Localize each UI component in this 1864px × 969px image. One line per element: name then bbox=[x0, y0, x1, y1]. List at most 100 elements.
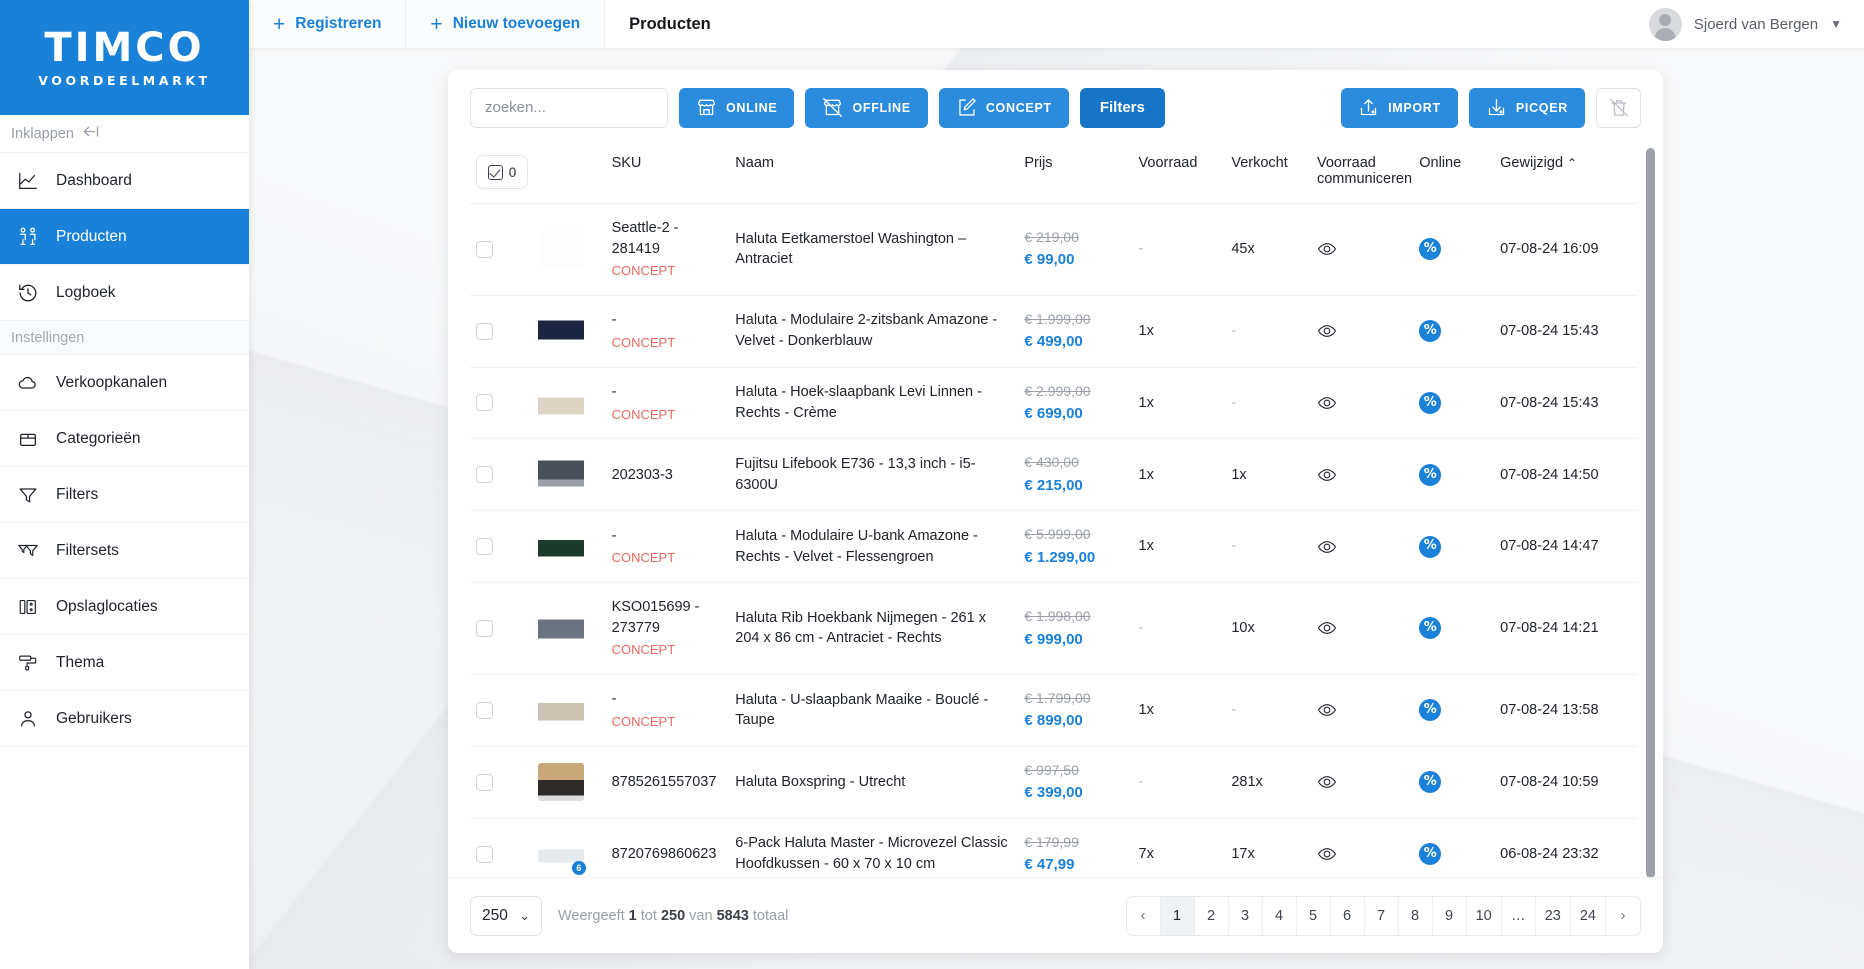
row-checkbox[interactable] bbox=[476, 240, 493, 258]
per-page-select[interactable]: 250 ⌄ bbox=[470, 895, 542, 936]
row-communicate-stock-cell[interactable] bbox=[1310, 674, 1414, 747]
pagination-page-8[interactable]: 8 bbox=[1399, 896, 1433, 935]
sidebar-item-filters[interactable]: Filters bbox=[0, 467, 249, 523]
pagination-page-6[interactable]: 6 bbox=[1331, 896, 1365, 935]
table-row[interactable]: - CONCEPT Haluta - Modulaire 2-zitsbank Am… bbox=[470, 295, 1637, 368]
discount-percent-icon[interactable]: % bbox=[1419, 699, 1442, 722]
header-voorraad-communiceren[interactable]: Voorraad communiceren bbox=[1310, 145, 1414, 204]
header-verkocht[interactable]: Verkocht bbox=[1225, 145, 1311, 204]
table-scrollbar[interactable] bbox=[1646, 148, 1655, 877]
pagination-page-24[interactable]: 24 bbox=[1571, 896, 1606, 935]
table-row[interactable]: 202303-3 Fujitsu Lifebook E736 - 13,3 inc… bbox=[470, 438, 1637, 512]
sidebar-item-filtersets[interactable]: Filtersets bbox=[0, 523, 249, 579]
register-button[interactable]: + Registreren bbox=[249, 0, 407, 48]
sidebar-item-gebruikers[interactable]: Gebruikers bbox=[0, 691, 249, 747]
header-prijs[interactable]: Prijs bbox=[1018, 145, 1133, 204]
row-checkbox[interactable] bbox=[476, 773, 493, 791]
row-name-cell[interactable]: Haluta - Hoek-slaapbank Levi Linnen - Re… bbox=[729, 367, 1019, 440]
row-communicate-stock-cell[interactable] bbox=[1310, 295, 1414, 368]
row-online-cell[interactable]: % bbox=[1413, 746, 1495, 819]
table-row[interactable]: - CONCEPT Haluta - U-slaapbank Maaike - Bo… bbox=[470, 674, 1637, 747]
discount-percent-icon[interactable]: % bbox=[1419, 617, 1442, 640]
sidebar-item-thema[interactable]: Thema bbox=[0, 635, 249, 691]
row-online-cell[interactable]: % bbox=[1413, 510, 1495, 584]
discount-percent-icon[interactable]: % bbox=[1419, 320, 1442, 343]
pagination-page-…[interactable]: … bbox=[1502, 896, 1536, 935]
eye-icon[interactable] bbox=[1317, 700, 1407, 720]
pagination-page-4[interactable]: 4 bbox=[1263, 896, 1297, 935]
row-checkbox[interactable] bbox=[476, 845, 493, 863]
pagination-page-5[interactable]: 5 bbox=[1297, 896, 1331, 935]
picqer-button[interactable]: PICQER bbox=[1468, 87, 1585, 128]
pagination-page-10[interactable]: 10 bbox=[1467, 896, 1502, 935]
pagination-page-2[interactable]: 2 bbox=[1195, 896, 1229, 935]
row-name-cell[interactable]: Haluta - Modulaire U-bank Amazone - Rech… bbox=[729, 510, 1019, 584]
row-name-cell[interactable]: Haluta - Modulaire 2-zitsbank Amazone - … bbox=[729, 295, 1019, 368]
eye-icon[interactable] bbox=[1317, 844, 1407, 864]
offline-filter-button[interactable]: OFFLINE bbox=[805, 87, 928, 128]
row-name-cell[interactable]: Haluta Boxspring - Utrecht bbox=[729, 746, 1019, 819]
discount-percent-icon[interactable]: % bbox=[1419, 238, 1442, 261]
table-row[interactable]: KSO015699 - 273779 CONCEPT Haluta Rib Hoek… bbox=[470, 582, 1637, 675]
row-online-cell[interactable]: % bbox=[1413, 582, 1495, 675]
row-name-cell[interactable]: Haluta Rib Hoekbank Nijmegen - 261 x 204… bbox=[729, 582, 1019, 675]
pagination-page-3[interactable]: 3 bbox=[1229, 896, 1263, 935]
row-online-cell[interactable]: % bbox=[1413, 367, 1495, 440]
select-all-checkbox[interactable]: 0 bbox=[476, 155, 528, 189]
discount-percent-icon[interactable]: % bbox=[1419, 535, 1442, 558]
pagination-page-9[interactable]: 9 bbox=[1433, 896, 1467, 935]
row-online-cell[interactable]: % bbox=[1413, 674, 1495, 747]
eye-icon[interactable] bbox=[1317, 239, 1407, 259]
header-online[interactable]: Online bbox=[1413, 145, 1495, 204]
eye-icon[interactable] bbox=[1317, 537, 1407, 557]
row-communicate-stock-cell[interactable] bbox=[1310, 438, 1414, 512]
row-name-cell[interactable]: 6-Pack Haluta Master - Microvezel Classi… bbox=[729, 818, 1019, 877]
table-row[interactable]: - CONCEPT Haluta - Modulaire U-bank Amazon… bbox=[470, 510, 1637, 584]
delete-button[interactable] bbox=[1596, 87, 1641, 128]
row-communicate-stock-cell[interactable] bbox=[1310, 582, 1414, 675]
discount-percent-icon[interactable]: % bbox=[1419, 391, 1442, 414]
row-online-cell[interactable]: % bbox=[1413, 818, 1495, 877]
sidebar-item-opslaglocaties[interactable]: Opslaglocaties bbox=[0, 579, 249, 635]
row-communicate-stock-cell[interactable] bbox=[1310, 510, 1414, 584]
table-row[interactable]: Seattle-2 - 281419 CONCEPT Haluta Eetkamer… bbox=[470, 203, 1637, 296]
pagination-next[interactable]: › bbox=[1606, 897, 1640, 935]
eye-icon[interactable] bbox=[1317, 465, 1407, 485]
row-communicate-stock-cell[interactable] bbox=[1310, 367, 1414, 440]
row-communicate-stock-cell[interactable] bbox=[1310, 746, 1414, 819]
sidebar-item-producten[interactable]: Producten bbox=[0, 209, 249, 265]
discount-percent-icon[interactable]: % bbox=[1419, 843, 1442, 865]
row-name-cell[interactable]: Haluta Eetkamerstoel Washington – Antrac… bbox=[729, 203, 1019, 296]
table-row[interactable]: - CONCEPT Haluta - Hoek-slaapbank Levi Lin… bbox=[470, 367, 1637, 440]
sidebar-item-dashboard[interactable]: Dashboard bbox=[0, 153, 249, 209]
import-button[interactable]: IMPORT bbox=[1341, 87, 1458, 128]
add-new-button[interactable]: + Nieuw toevoegen bbox=[406, 0, 606, 48]
sidebar-item-logboek[interactable]: Logboek bbox=[0, 265, 249, 321]
table-scrollbar-thumb[interactable] bbox=[1646, 148, 1655, 877]
row-checkbox[interactable] bbox=[476, 466, 493, 484]
header-voorraad[interactable]: Voorraad bbox=[1132, 145, 1226, 204]
pagination-page-1[interactable]: 1 bbox=[1160, 896, 1195, 935]
row-name-cell[interactable]: Fujitsu Lifebook E736 - 13,3 inch - i5-6… bbox=[729, 438, 1019, 512]
row-online-cell[interactable]: % bbox=[1413, 295, 1495, 368]
sidebar-item-categorieen[interactable]: Categorieën bbox=[0, 411, 249, 467]
filters-button[interactable]: Filters bbox=[1079, 87, 1165, 128]
eye-icon[interactable] bbox=[1317, 618, 1407, 638]
header-naam[interactable]: Naam bbox=[729, 145, 1019, 204]
row-checkbox[interactable] bbox=[476, 394, 493, 412]
pagination-page-23[interactable]: 23 bbox=[1536, 896, 1571, 935]
online-filter-button[interactable]: ONLINE bbox=[679, 87, 795, 128]
row-communicate-stock-cell[interactable] bbox=[1310, 203, 1414, 296]
sidebar-collapse-toggle[interactable]: Inklappen bbox=[0, 115, 249, 153]
eye-icon[interactable] bbox=[1317, 772, 1407, 792]
search-input[interactable] bbox=[470, 87, 668, 128]
row-online-cell[interactable]: % bbox=[1413, 203, 1495, 296]
header-gewijzigd[interactable]: Gewijzigd ⌃ bbox=[1494, 145, 1637, 204]
header-sku[interactable]: SKU bbox=[605, 145, 730, 204]
pagination-page-7[interactable]: 7 bbox=[1365, 896, 1399, 935]
concept-filter-button[interactable]: CONCEPT bbox=[938, 87, 1069, 128]
pagination-prev[interactable]: ‹ bbox=[1127, 896, 1161, 935]
eye-icon[interactable] bbox=[1317, 321, 1407, 341]
discount-percent-icon[interactable]: % bbox=[1419, 771, 1442, 794]
table-row[interactable]: 6 8720769860623 6-Pack Haluta Master - Mic… bbox=[470, 818, 1637, 877]
